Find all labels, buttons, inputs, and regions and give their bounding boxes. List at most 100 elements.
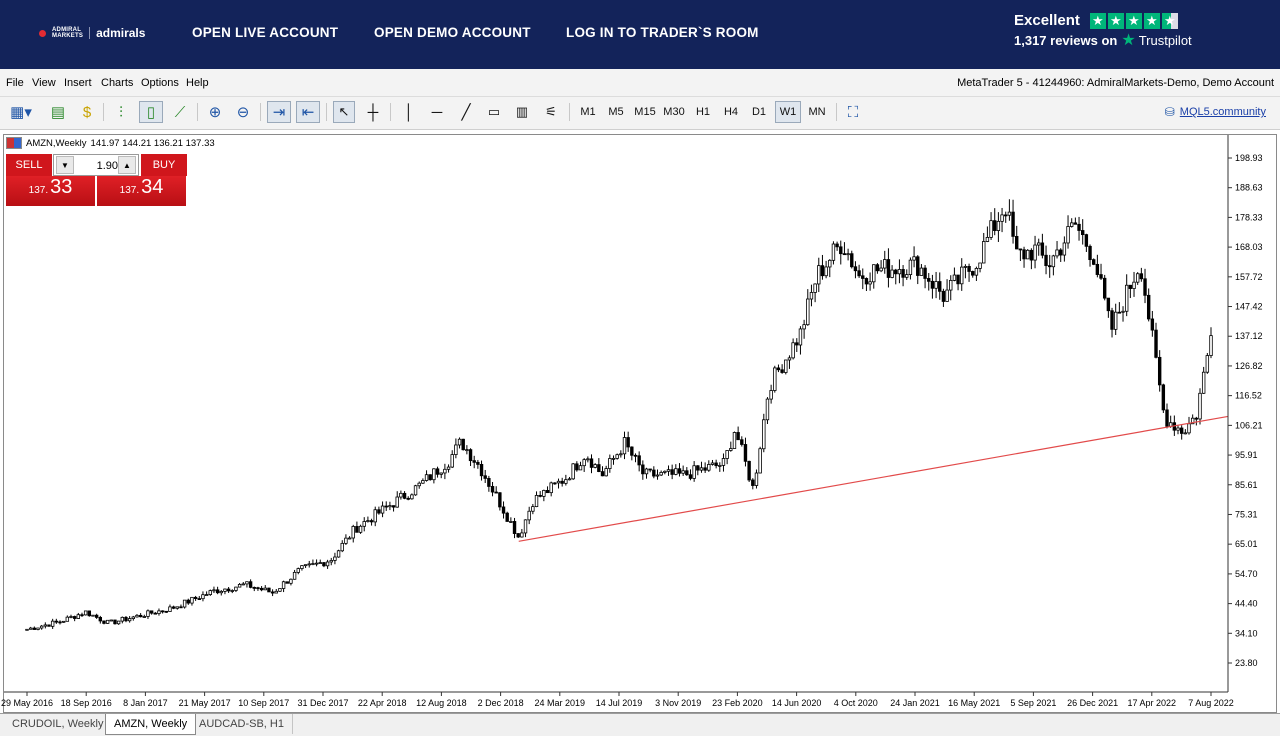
candle-body — [465, 449, 469, 452]
candle-body — [340, 542, 344, 552]
candle-body — [993, 220, 997, 231]
time-tick-label: 29 May 2016 — [1, 698, 53, 708]
candle-body — [83, 610, 88, 616]
candle-body — [417, 482, 421, 487]
candle-body — [527, 510, 531, 521]
candle-body — [1029, 249, 1034, 261]
candle-body — [369, 520, 374, 523]
tab-amzn[interactable]: AMZN, Weekly — [105, 714, 197, 735]
candle-body — [1135, 273, 1140, 283]
candle-body — [1004, 214, 1008, 217]
time-tick-label: 17 Apr 2022 — [1128, 698, 1177, 708]
candle-body — [402, 492, 407, 499]
candle-body — [1051, 255, 1056, 268]
candle-body — [1205, 355, 1210, 373]
candle-body — [164, 610, 168, 613]
candle-body — [461, 438, 465, 451]
candle-body — [670, 469, 674, 475]
candle-body — [223, 588, 227, 592]
candle-body — [696, 465, 700, 471]
candle-body — [707, 464, 711, 471]
candle-body — [494, 491, 498, 494]
candle-body — [182, 599, 187, 608]
candle-body — [619, 453, 623, 456]
candle-body — [443, 468, 447, 474]
candle-body — [325, 561, 330, 567]
candle-body — [534, 494, 539, 508]
candle-body — [318, 562, 322, 564]
tab-audcad[interactable]: AUDCAD-SB, H1 — [191, 714, 293, 734]
candle-body — [681, 470, 685, 474]
candle-body — [285, 581, 289, 584]
candle-body — [850, 253, 854, 268]
candle-body — [120, 616, 125, 622]
candle-body — [758, 448, 762, 474]
candle-body — [234, 586, 238, 591]
candle-body — [674, 468, 678, 475]
candle-body — [314, 562, 319, 565]
candle-body — [399, 492, 403, 498]
volume-decrease-icon[interactable]: ▼ — [56, 156, 74, 174]
candle-body — [406, 497, 410, 500]
candle-body — [230, 590, 234, 592]
candle-body — [116, 620, 121, 625]
candle-body — [795, 342, 799, 346]
candle-body — [149, 610, 154, 614]
candle-body — [564, 479, 568, 484]
candle-body — [978, 262, 982, 269]
volume-input[interactable] — [76, 158, 120, 174]
candle-body — [43, 624, 48, 627]
candle-body — [289, 578, 293, 584]
candle-body — [1073, 222, 1078, 225]
candle-body — [1088, 245, 1092, 261]
candle-body — [842, 253, 847, 256]
time-tick-label: 10 Sep 2017 — [238, 698, 289, 708]
candle-body — [270, 591, 275, 594]
candle-body — [395, 496, 399, 508]
price-tick-label: 34.10 — [1235, 628, 1258, 638]
candle-body — [1048, 265, 1052, 268]
time-tick-label: 31 Dec 2017 — [297, 698, 348, 708]
candle-body — [1081, 230, 1085, 236]
candle-body — [267, 587, 271, 593]
time-tick-label: 22 Apr 2018 — [358, 698, 407, 708]
candle-body — [593, 464, 597, 468]
buy-price[interactable]: 137. 34 — [97, 176, 186, 206]
candle-body — [1198, 392, 1202, 420]
candle-body — [311, 563, 315, 565]
sell-button[interactable]: SELL — [6, 154, 52, 176]
candle-body — [1062, 242, 1067, 256]
candle-body — [278, 588, 282, 592]
candle-body — [765, 398, 770, 421]
symbol-ohlc: 141.97 144.21 136.21 137.33 — [90, 137, 215, 149]
candle-body — [967, 265, 971, 272]
price-tick-label: 147.42 — [1235, 302, 1263, 312]
candle-body — [47, 624, 51, 627]
candle-body — [754, 472, 759, 486]
candle-body — [1154, 329, 1158, 358]
volume-increase-icon[interactable]: ▲ — [118, 156, 136, 174]
candle-body — [483, 475, 487, 479]
candle-body — [828, 259, 832, 268]
candle-body — [802, 324, 806, 330]
candle-body — [989, 220, 993, 238]
candle-body — [523, 519, 528, 534]
candle-body — [1015, 235, 1019, 250]
candle-body — [648, 468, 652, 471]
price-tick-label: 126.82 — [1235, 361, 1263, 371]
candle-body — [516, 533, 520, 538]
candle-body — [919, 267, 924, 276]
candle-body — [908, 259, 913, 276]
candle-body — [872, 264, 876, 283]
candle-body — [549, 482, 553, 494]
candle-body — [545, 490, 550, 494]
price-tick-label: 44.40 — [1235, 599, 1258, 609]
sell-price[interactable]: 137. 33 — [6, 176, 95, 206]
candle-body — [927, 278, 931, 282]
buy-button[interactable]: BUY — [141, 154, 187, 176]
candle-body — [105, 619, 110, 624]
price-tick-label: 137.12 — [1235, 331, 1263, 341]
candle-body — [831, 243, 836, 261]
candle-body — [688, 474, 693, 479]
tab-crudoil[interactable]: CRUDOIL, Weekly — [4, 714, 113, 734]
